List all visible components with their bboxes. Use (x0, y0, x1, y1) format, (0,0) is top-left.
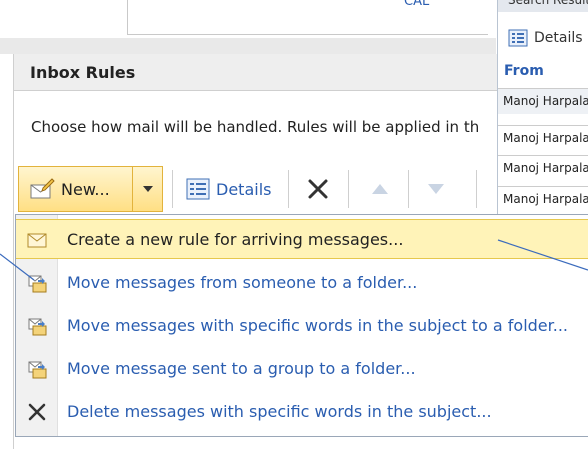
delete-x-icon (28, 403, 46, 421)
move-folder-icon (28, 361, 47, 379)
table-row[interactable]: Manoj Harpala (498, 125, 588, 151)
table-row[interactable]: Manoj Harpala (498, 155, 588, 181)
move-folder-icon (28, 318, 47, 336)
new-rule-menu: Create a new rule for arriving messages.… (15, 214, 588, 437)
toolbar-divider (348, 170, 349, 208)
column-header-from[interactable]: From (504, 63, 544, 79)
menu-item-label: Move message sent to a group to a folder… (67, 359, 416, 378)
move-up-button[interactable] (362, 172, 398, 206)
delete-rule-button[interactable] (300, 172, 336, 206)
top-card-lane (127, 0, 488, 35)
menu-item-label: Move messages from someone to a folder..… (67, 273, 418, 292)
new-rule-label: New... (61, 179, 110, 199)
menu-item-move-from-someone[interactable]: Move messages from someone to a folder..… (16, 263, 588, 303)
search-details-button[interactable]: Details (508, 25, 583, 51)
table-row[interactable]: Manoj Harpala (498, 186, 588, 212)
details-label: Details (216, 179, 272, 199)
top-card-fragment: CAL (0, 0, 496, 54)
move-down-button[interactable] (418, 172, 454, 206)
delete-x-icon (308, 179, 328, 199)
arrow-up-icon (372, 184, 388, 194)
rules-description: Choose how mail will be handled. Rules w… (31, 118, 480, 136)
details-list-icon (508, 29, 528, 47)
table-row[interactable]: Manoj Harpala (498, 88, 588, 114)
new-rule-split-button[interactable]: New... (18, 166, 163, 212)
search-details-label: Details (534, 30, 583, 46)
new-rule-dropdown-button[interactable] (132, 167, 162, 211)
toolbar-divider (476, 170, 477, 208)
details-button[interactable]: Details (186, 172, 271, 206)
envelope-icon (27, 233, 47, 248)
arrow-down-icon (428, 184, 444, 194)
toolbar-divider (172, 170, 173, 208)
menu-item-create-new-rule[interactable]: Create a new rule for arriving messages.… (16, 219, 588, 259)
chevron-down-icon (142, 186, 153, 192)
new-rule-button[interactable]: New... (19, 167, 132, 211)
top-card-link[interactable]: CAL (404, 0, 429, 9)
search-results-panel: Search Results Details From Manoj Harpal… (497, 0, 588, 215)
search-results-header: Search Results (498, 0, 588, 12)
menu-item-delete-specific-words[interactable]: Delete messages with specific words in t… (16, 392, 588, 432)
details-list-icon (186, 178, 210, 200)
toolbar-divider (288, 170, 289, 208)
move-folder-icon (28, 275, 47, 293)
toolbar-divider (408, 170, 409, 208)
menu-item-label: Delete messages with specific words in t… (67, 402, 492, 421)
panel-gap (0, 38, 496, 54)
inbox-rules-titlebar: Inbox Rules (14, 54, 497, 91)
menu-item-move-sent-to-group[interactable]: Move message sent to a group to a folder… (16, 349, 588, 389)
menu-item-move-specific-words[interactable]: Move messages with specific words in the… (16, 306, 588, 346)
page-title: Inbox Rules (30, 63, 136, 82)
menu-item-label: Move messages with specific words in the… (67, 316, 569, 335)
menu-item-label: Create a new rule for arriving messages.… (67, 230, 404, 249)
new-rule-icon (30, 178, 55, 199)
